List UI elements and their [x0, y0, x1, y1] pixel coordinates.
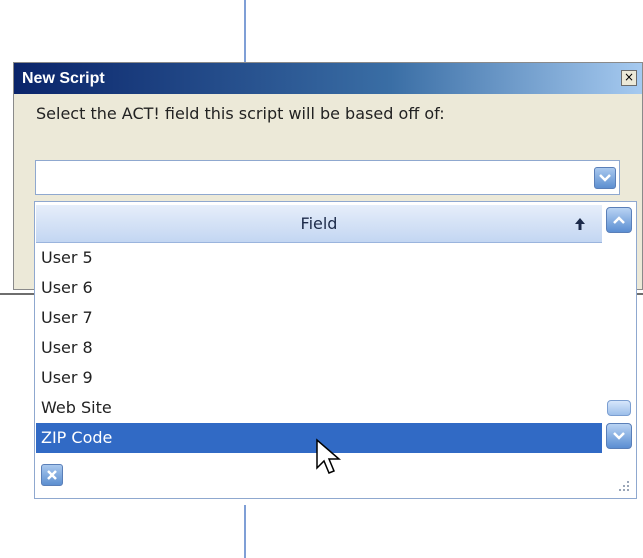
list-item[interactable]: User 9 — [36, 363, 602, 393]
dialog-title: New Script — [22, 69, 105, 87]
arrow-up-icon — [575, 218, 585, 230]
background-vertical-line-top — [244, 0, 246, 62]
background-horizontal-line-left — [0, 293, 36, 295]
column-header-label: Field — [300, 214, 338, 233]
list-item[interactable]: User 6 — [36, 273, 602, 303]
list-item[interactable]: Web Site — [36, 393, 602, 423]
chevron-down-icon — [613, 432, 625, 440]
field-combobox[interactable] — [35, 160, 620, 195]
list-item[interactable]: User 8 — [36, 333, 602, 363]
field-column-header[interactable]: Field — [36, 205, 602, 243]
scrollbar-thumb[interactable] — [607, 400, 631, 416]
combo-dropdown-button[interactable] — [594, 167, 616, 189]
scroll-up-button[interactable] — [606, 207, 632, 233]
clear-selection-button[interactable] — [41, 464, 63, 486]
chevron-up-icon — [613, 216, 625, 224]
close-icon — [47, 470, 57, 480]
list-item[interactable]: User 7 — [36, 303, 602, 333]
mouse-pointer-icon — [316, 438, 342, 474]
list-item[interactable]: User 5 — [36, 243, 602, 273]
field-list: User 5 User 6 User 7 User 8 User 9 Web S… — [36, 243, 602, 453]
close-button[interactable]: × — [621, 70, 637, 86]
resize-grip-icon[interactable] — [618, 480, 630, 492]
chevron-down-icon — [599, 174, 611, 182]
scroll-down-button[interactable] — [606, 423, 632, 449]
field-prompt-label: Select the ACT! field this script will b… — [36, 104, 445, 123]
background-vertical-line-bottom — [244, 505, 246, 558]
dialog-title-bar[interactable]: New Script × — [14, 63, 642, 94]
